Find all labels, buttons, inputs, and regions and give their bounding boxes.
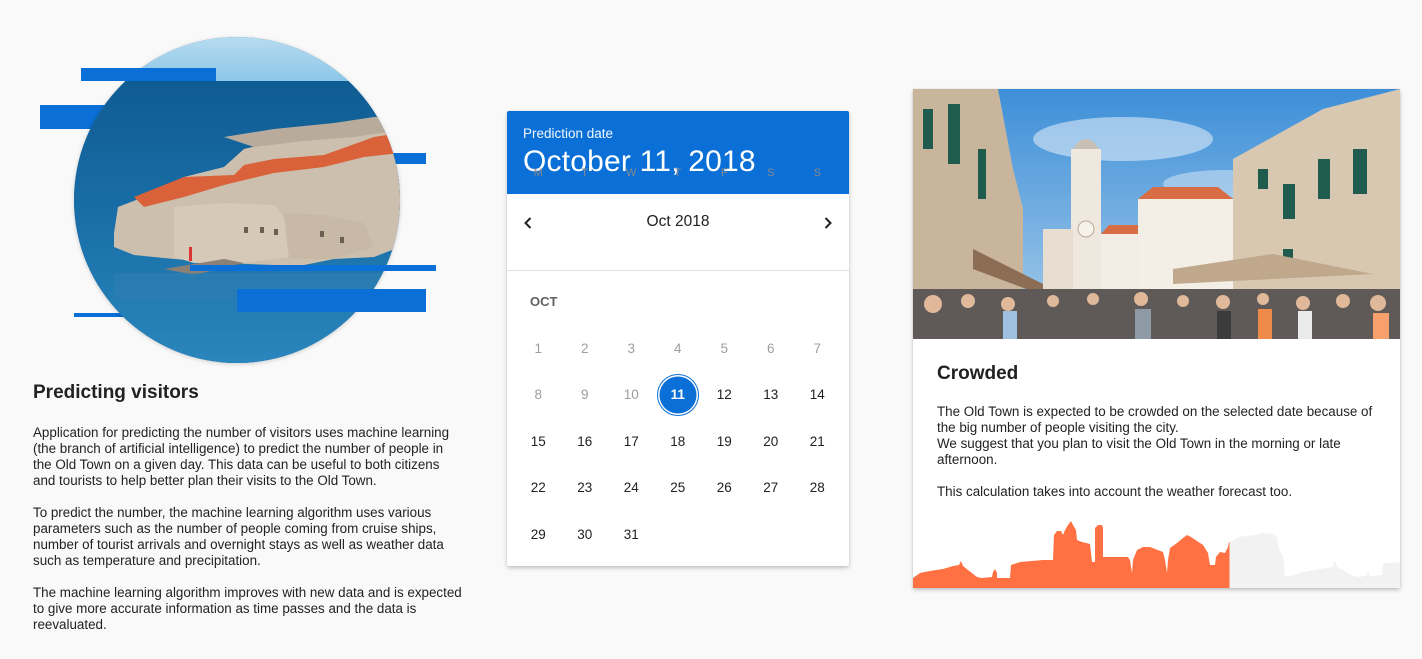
hero-image [74, 37, 400, 363]
decor-stripe [237, 289, 426, 312]
day-cell[interactable]: 18 [655, 418, 702, 465]
day-cell[interactable]: 15 [515, 418, 562, 465]
day-number: 24 [623, 480, 639, 496]
day-cell[interactable]: 27 [748, 465, 795, 512]
hero-illustration [0, 0, 460, 370]
day-cell: 8 [515, 372, 562, 419]
day-number: 14 [809, 387, 825, 403]
current-month: Oct 2018 [646, 213, 710, 230]
day-number: 7 [813, 340, 821, 356]
day-cell: 1 [515, 325, 562, 372]
crowd-photo [913, 89, 1400, 339]
day-cell: 7 [794, 325, 841, 372]
day-cell[interactable]: 31 [608, 511, 655, 558]
result-body: Crowded The Old Town is expected to be c… [913, 339, 1400, 500]
result-line: We suggest that you plan to visit the Ol… [937, 436, 1341, 467]
day-number: 23 [577, 480, 593, 496]
day-cell[interactable]: 29 [515, 511, 562, 558]
day-number: 15 [530, 433, 546, 449]
day-cell: 10 [608, 372, 655, 419]
weekday-header: M T W T F S S [507, 167, 849, 187]
day-number: 22 [530, 480, 546, 496]
day-cell[interactable]: 17 [608, 418, 655, 465]
day-cell[interactable]: 14 [794, 372, 841, 419]
day-number: 21 [809, 433, 825, 449]
day-number: 31 [623, 526, 639, 542]
intro-paragraph: Application for predicting the number of… [33, 425, 450, 488]
day-number: 6 [766, 340, 775, 356]
day-number: 26 [716, 480, 732, 496]
day-cell[interactable]: 12 [701, 372, 748, 419]
day-cell-selected[interactable]: 11 [655, 372, 702, 419]
weather-note: This calculation takes into account the … [937, 484, 1293, 499]
crowd-level-meter [913, 521, 1400, 588]
decor-stripe [81, 68, 216, 81]
day-cell[interactable]: 23 [562, 465, 609, 512]
day-number: 28 [809, 480, 825, 496]
day-cell[interactable]: 24 [608, 465, 655, 512]
day-number: 16 [577, 433, 593, 449]
day-number: 29 [530, 526, 546, 542]
month-navigation: Oct 2018 [507, 194, 849, 250]
old-town-photo [74, 37, 400, 363]
day-number: 27 [763, 480, 779, 496]
day-cell[interactable]: 28 [794, 465, 841, 512]
day-number: 4 [673, 340, 682, 356]
crowd-status-title: Crowded [937, 363, 1019, 384]
intro-title: Predicting visitors [33, 382, 199, 403]
result-description: The Old Town is expected to be crowded o… [937, 404, 1376, 468]
day-number: 12 [716, 387, 732, 403]
day-number: 8 [534, 387, 542, 403]
chevron-right-icon [824, 217, 832, 229]
day-cell: 4 [655, 325, 702, 372]
prediction-result-card: Crowded The Old Town is expected to be c… [913, 89, 1400, 588]
day-cell[interactable]: 16 [562, 418, 609, 465]
day-number: 25 [670, 480, 686, 496]
weekday-label: T [581, 167, 589, 179]
day-number: 20 [763, 433, 779, 449]
day-cell[interactable]: 25 [655, 465, 702, 512]
day-cell[interactable]: 21 [794, 418, 841, 465]
day-grid: 1 2 3 4 5 6 7 8 9 10 11 12 13 14 15 16 17 18 19 20 21 22 23 24 2… [515, 325, 841, 558]
intro-paragraph: The machine learning algorithm improves … [33, 585, 462, 632]
weekday-label: F [720, 167, 728, 179]
divider [507, 270, 849, 271]
day-cell[interactable]: 13 [748, 372, 795, 419]
weekday-label: T [674, 167, 682, 179]
weekday-label: S [767, 167, 775, 179]
weekday-label: W [626, 167, 637, 179]
day-number: 9 [580, 387, 589, 403]
day-cell: 3 [608, 325, 655, 372]
day-number: 17 [623, 433, 639, 449]
day-number: 2 [580, 340, 589, 356]
day-number: 30 [577, 526, 593, 542]
day-cell: 6 [748, 325, 795, 372]
day-cell: 2 [562, 325, 609, 372]
day-cell[interactable]: 19 [701, 418, 748, 465]
day-cell[interactable]: 26 [701, 465, 748, 512]
weekday-label: S [813, 167, 821, 179]
month-label: OCT [530, 294, 558, 309]
day-number: 18 [670, 433, 686, 449]
next-month-button[interactable] [815, 210, 841, 236]
day-number: 11 [670, 387, 685, 403]
decor-stripe [190, 265, 436, 271]
day-number: 13 [763, 387, 779, 403]
weekday-label: M [533, 167, 543, 179]
day-number: 10 [623, 387, 639, 403]
prediction-date-label: Prediction date [523, 126, 614, 141]
day-cell[interactable]: 20 [748, 418, 795, 465]
result-line: The Old Town is expected to be crowded o… [937, 404, 1373, 435]
day-number: 1 [534, 340, 542, 356]
day-cell: 5 [701, 325, 748, 372]
day-number: 19 [716, 433, 732, 449]
day-cell: 9 [562, 372, 609, 419]
day-number: 5 [720, 340, 728, 356]
day-cell[interactable]: 22 [515, 465, 562, 512]
day-cell[interactable]: 30 [562, 511, 609, 558]
day-number: 3 [627, 340, 635, 356]
intro-paragraph: To predict the number, the machine learn… [33, 505, 444, 568]
date-picker: Prediction date October 11, 2018 Oct 201… [507, 111, 849, 566]
intro-section: Predicting visitors Application for pred… [33, 380, 463, 649]
